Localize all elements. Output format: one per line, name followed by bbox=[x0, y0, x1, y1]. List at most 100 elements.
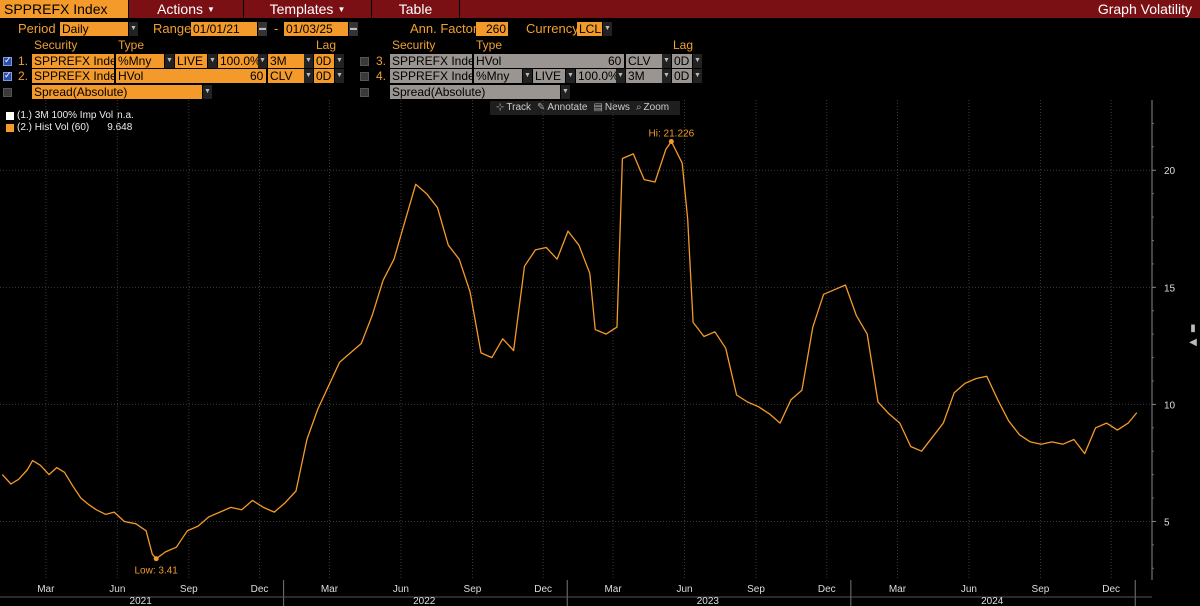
row3-checkbox[interactable] bbox=[360, 57, 369, 66]
high-marker bbox=[668, 139, 674, 145]
range-separator: - bbox=[274, 21, 279, 36]
x-tick-label: Mar bbox=[889, 584, 907, 595]
spread-left-checkbox[interactable] bbox=[3, 88, 12, 97]
row2-clv-select[interactable]: CLV bbox=[268, 69, 304, 83]
x-tick-label: Jun bbox=[393, 584, 409, 595]
row3-lag-select[interactable]: 0D bbox=[672, 54, 692, 68]
row4-lag-dropdown-icon[interactable]: ▼ bbox=[693, 69, 702, 83]
row4-lag-select[interactable]: 0D bbox=[672, 69, 692, 83]
row4-type-dropdown-icon[interactable]: ▼ bbox=[523, 69, 532, 83]
row4-checkbox[interactable] bbox=[360, 72, 369, 81]
calendar-icon[interactable]: ▬ bbox=[349, 22, 358, 36]
row2-checkbox[interactable] bbox=[3, 70, 12, 81]
row4-live-select[interactable]: LIVE bbox=[533, 69, 565, 83]
row2-security-input[interactable]: SPPREFX Inde: bbox=[32, 69, 114, 83]
ann-factor-input[interactable]: 260 bbox=[476, 22, 508, 36]
row2-lag-dropdown-icon[interactable]: ▼ bbox=[335, 69, 344, 83]
window-title: Graph Volatility bbox=[1097, 1, 1192, 17]
row2-lag-select[interactable]: 0D bbox=[314, 69, 334, 83]
row3-type-select[interactable]: HVol 60 bbox=[474, 54, 624, 68]
y-tick-label: 15 bbox=[1164, 283, 1176, 294]
spread-right-dropdown-icon[interactable]: ▼ bbox=[561, 85, 570, 99]
lag-header-right: Lag bbox=[673, 38, 694, 52]
row4-tenor-select[interactable]: 3M bbox=[626, 69, 662, 83]
track-tool[interactable]: ⊹ Track bbox=[496, 101, 531, 115]
bar-chart-icon[interactable]: ▮ bbox=[1188, 322, 1198, 336]
y-tick-label: 5 bbox=[1164, 517, 1170, 528]
security-ticker[interactable]: SPPREFX Index bbox=[0, 0, 128, 18]
currency-label: Currency bbox=[526, 21, 579, 36]
x-tick-label: Jun bbox=[109, 584, 125, 595]
row4-mny-dropdown-icon[interactable]: ▼ bbox=[616, 69, 625, 83]
row1-type-select[interactable]: %Mny bbox=[116, 54, 164, 68]
chart-annotations: Hi: 21.226 Low: 3.41 bbox=[134, 129, 694, 577]
row1-security-input[interactable]: SPPREFX Inde: bbox=[32, 54, 114, 68]
row1-moneyness-input[interactable]: 100.0% bbox=[218, 54, 258, 68]
row2-type-select[interactable]: HVol 60 bbox=[116, 69, 266, 83]
x-tick-label: Mar bbox=[604, 584, 622, 595]
high-label: Hi: 21.226 bbox=[649, 129, 695, 140]
x-tick-label: Sep bbox=[1032, 584, 1050, 595]
currency-dropdown-icon[interactable]: ▼ bbox=[603, 22, 612, 36]
chart-series bbox=[1, 140, 1138, 560]
legend-item-implied-vol[interactable]: (1.) 3M 100% Imp Vol n.a. bbox=[6, 110, 134, 122]
spread-left-select[interactable]: Spread(Absolute) bbox=[32, 85, 202, 99]
legend-swatch bbox=[6, 124, 14, 132]
row4-tenor-dropdown-icon[interactable]: ▼ bbox=[662, 69, 671, 83]
chart-toolbar: ⊹ Track ✎ Annotate ▤ News ⌕ Zoom bbox=[490, 101, 680, 115]
table-menu[interactable]: Table bbox=[372, 0, 460, 18]
x-tick-label: Sep bbox=[180, 584, 198, 595]
row1-live-select[interactable]: LIVE bbox=[175, 54, 207, 68]
type-header-left: Type bbox=[118, 38, 145, 52]
templates-menu[interactable]: Templates ▼ bbox=[244, 0, 372, 18]
row4-security-input[interactable]: SPPREFX Inde: bbox=[390, 69, 472, 83]
row2-clv-dropdown-icon[interactable]: ▼ bbox=[304, 69, 313, 83]
spread-left-dropdown-icon[interactable]: ▼ bbox=[203, 85, 212, 99]
range-end-input[interactable]: 01/03/25 bbox=[284, 22, 348, 36]
row1-lag-select[interactable]: 0D bbox=[314, 54, 334, 68]
currency-select[interactable]: LCL bbox=[577, 22, 602, 36]
row4-live-dropdown-icon[interactable]: ▼ bbox=[566, 69, 575, 83]
low-marker bbox=[153, 556, 159, 562]
pencil-icon: ✎ bbox=[537, 102, 546, 113]
x-tick-label: Mar bbox=[321, 584, 339, 595]
x-tick-label: Dec bbox=[1102, 584, 1120, 595]
row1-tenor-select[interactable]: 3M bbox=[268, 54, 304, 68]
calendar-icon[interactable]: ▬ bbox=[258, 22, 267, 36]
spread-right-checkbox[interactable] bbox=[360, 88, 369, 97]
row1-tenor-dropdown-icon[interactable]: ▼ bbox=[304, 54, 313, 68]
range-start-input[interactable]: 01/01/21 bbox=[191, 22, 257, 36]
row4-moneyness-input[interactable]: 100.0% bbox=[576, 69, 616, 83]
actions-menu[interactable]: Actions ▼ bbox=[128, 0, 244, 18]
zoom-tool[interactable]: ⌕ Zoom bbox=[636, 101, 669, 115]
row1-mny-dropdown-icon[interactable]: ▼ bbox=[258, 54, 267, 68]
row3-security-input[interactable]: SPPREFX Inde: bbox=[390, 54, 472, 68]
security-header-right: Security bbox=[392, 38, 436, 52]
low-label: Low: 3.41 bbox=[134, 566, 178, 577]
row1-live-dropdown-icon[interactable]: ▼ bbox=[208, 54, 217, 68]
row1-lag-dropdown-icon[interactable]: ▼ bbox=[335, 54, 344, 68]
row1-checkbox[interactable] bbox=[3, 55, 12, 66]
annotate-tool[interactable]: ✎ Annotate bbox=[537, 101, 587, 115]
x-tick-label: Sep bbox=[464, 584, 482, 595]
row4-type-select[interactable]: %Mny bbox=[474, 69, 522, 83]
row1-type-dropdown-icon[interactable]: ▼ bbox=[165, 54, 174, 68]
spread-right-select[interactable]: Spread(Absolute) bbox=[390, 85, 560, 99]
x-tick-label: Dec bbox=[818, 584, 836, 595]
year-label: 2022 bbox=[413, 596, 436, 606]
ann-factor-label: Ann. Factor bbox=[410, 21, 478, 36]
row3-clv-select[interactable]: CLV bbox=[626, 54, 662, 68]
magnifier-icon: ⌕ bbox=[635, 102, 642, 113]
year-label: 2023 bbox=[697, 596, 720, 606]
collapse-arrow-icon[interactable]: ◀ bbox=[1188, 336, 1198, 350]
period-dropdown-icon[interactable]: ▼ bbox=[129, 22, 138, 36]
row3-clv-dropdown-icon[interactable]: ▼ bbox=[662, 54, 671, 68]
caret-down-icon: ▼ bbox=[337, 5, 346, 14]
period-select[interactable]: Daily bbox=[60, 22, 128, 36]
crosshair-icon: ⊹ bbox=[496, 102, 505, 113]
news-tool[interactable]: ▤ News bbox=[593, 101, 629, 115]
legend-item-hist-vol[interactable]: (2.) Hist Vol (60) 9.648 bbox=[6, 122, 134, 134]
y-tick-label: 10 bbox=[1164, 400, 1176, 411]
news-icon: ▤ bbox=[593, 102, 603, 113]
row3-lag-dropdown-icon[interactable]: ▼ bbox=[693, 54, 702, 68]
